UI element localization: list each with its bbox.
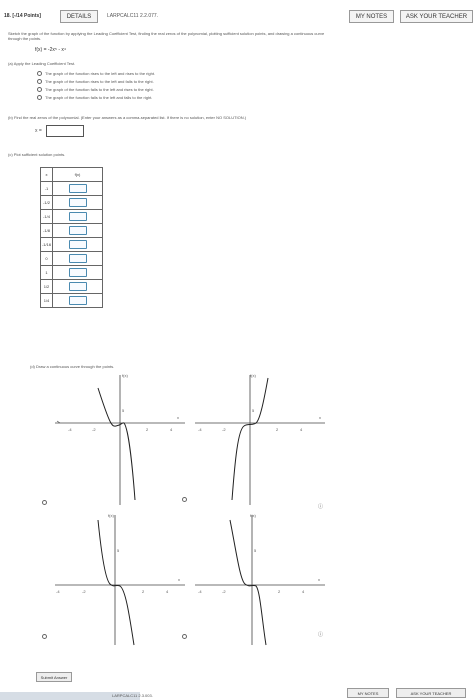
part-d-label: (d) Draw a continuous curve through the …	[30, 364, 115, 369]
fx-input[interactable]	[68, 198, 87, 207]
graph-3-xtick: 4	[166, 589, 169, 594]
graph-3-radio[interactable]	[42, 634, 47, 639]
graph-1-ylabel: f(x)	[122, 373, 128, 378]
graph-4-xtick: 2	[278, 589, 281, 594]
graph-1-xtick: 2	[146, 427, 149, 432]
graph-4-xlabel: x	[318, 577, 320, 582]
table-row	[52, 293, 103, 308]
option-rises-left-rises-right[interactable]: The graph of the function rises to the l…	[37, 71, 155, 77]
graph-option-2: f(x) 5 -4 -2 2 4 x	[190, 370, 330, 510]
info-icon[interactable]: ⓘ	[318, 633, 323, 638]
x-equals-label: x =	[35, 128, 42, 134]
zeros-input[interactable]	[46, 125, 84, 137]
table-x-value: -1/16	[40, 237, 53, 252]
fx-input[interactable]	[68, 254, 87, 263]
graph-2-xtick: -4	[198, 427, 202, 432]
radio-icon[interactable]	[37, 87, 42, 93]
graph-2-xlabel: x	[319, 415, 321, 420]
table-x-value: 1/4	[40, 293, 53, 308]
table-row	[52, 265, 103, 280]
fx-input[interactable]	[68, 226, 87, 235]
table-x-value: 0	[40, 251, 53, 266]
table-row	[52, 279, 103, 294]
fx-input[interactable]	[68, 184, 87, 193]
col-header-fx: f(x)	[52, 167, 103, 182]
function-formula: f(x) = -2x⁵ - x⁴	[35, 47, 67, 53]
table-row	[52, 237, 103, 252]
graph-option-4: f(x) 5 -4 -2 2 4 x	[190, 510, 330, 650]
table-x-value: 1/2	[40, 279, 53, 294]
table-row	[52, 223, 103, 238]
graph-1-xlabel: x	[177, 415, 179, 420]
graph-option-3: f(x) 5 -4 -2 2 4 x	[50, 510, 190, 650]
question-header: 18. [-/14 Points] DETAILS LARPCALC11 2.2…	[0, 10, 473, 24]
ask-teacher-button[interactable]: ASK YOUR TEACHER	[400, 10, 473, 23]
table-x-value: -1/2	[40, 195, 53, 210]
prompt-line-2: through the points.	[8, 36, 42, 41]
graph-2-xtick: -2	[222, 427, 226, 432]
table-x-value: -1/8	[40, 223, 53, 238]
graph-3-xtick: 2	[142, 589, 145, 594]
graph-4-xtick: -4	[198, 589, 202, 594]
graph-2-ytick: 5	[252, 408, 255, 413]
question-number: 18. [-/14 Points]	[4, 13, 41, 19]
part-b-label: (b) Find the real zeros of the polynomia…	[8, 115, 247, 120]
graph-4-ylabel: f(x)	[250, 513, 256, 518]
fx-input[interactable]	[68, 240, 87, 249]
radio-icon[interactable]	[37, 79, 42, 85]
graph-option-1: f(x) 5 -4 -2 2 4 x	[50, 370, 190, 510]
problem-id: LARPCALC11 2.2.077.	[107, 13, 159, 19]
fx-input[interactable]	[68, 268, 87, 277]
graph-3-xtick: -2	[82, 589, 86, 594]
table-row	[52, 195, 103, 210]
table-row	[52, 181, 103, 196]
table-x-value: -1	[40, 181, 53, 196]
graph-1-xtick: -4	[68, 427, 72, 432]
part-a-label: (a) Apply the Leading Coefficient Test.	[8, 61, 76, 66]
table-row	[52, 209, 103, 224]
graph-3-xtick: -4	[56, 589, 60, 594]
my-notes-button[interactable]: MY NOTES	[349, 10, 394, 23]
graph-3-xlabel: x	[178, 577, 180, 582]
option-falls-left-falls-right[interactable]: The graph of the function falls to the l…	[37, 95, 152, 101]
fx-input[interactable]	[68, 212, 87, 221]
graph-1-radio[interactable]	[42, 500, 47, 505]
fx-input[interactable]	[68, 282, 87, 291]
table-row	[52, 251, 103, 266]
graph-4-xtick: -2	[222, 589, 226, 594]
footer-my-notes-button[interactable]: MY NOTES	[347, 688, 389, 698]
graph-3-ylabel: f(x)	[108, 513, 114, 518]
graph-1-xtick: 4	[170, 427, 173, 432]
prompt-line-1: Sketch the graph of the function by appl…	[8, 31, 325, 36]
solution-points-table: x f(x) -1 -1/2 -1/4 -1/8 -1/16 0 1 1/2 1…	[40, 167, 103, 308]
next-problem-id: LARPCALC11 2.3.003.	[112, 693, 153, 698]
graph-2-ylabel: f(x)	[250, 373, 256, 378]
graph-1-ytick: 5	[122, 408, 125, 413]
option-falls-left-rises-right[interactable]: The graph of the function falls to the l…	[37, 87, 154, 93]
graph-4-xtick: 4	[302, 589, 305, 594]
graph-2-xtick: 2	[276, 427, 279, 432]
graph-3-ytick: 5	[117, 548, 120, 553]
radio-icon[interactable]	[37, 95, 42, 101]
submit-answer-button[interactable]: Submit Answer	[36, 672, 72, 682]
option-rises-left-falls-right[interactable]: The graph of the function rises to the l…	[37, 79, 154, 85]
details-button[interactable]: DETAILS	[60, 10, 98, 23]
graph-1-xtick: -2	[92, 427, 96, 432]
footer-ask-teacher-button[interactable]: ASK YOUR TEACHER	[396, 688, 466, 698]
part-c-label: (c) Plot sufficient solution points.	[8, 152, 66, 157]
fx-input[interactable]	[68, 296, 87, 305]
graph-2-xtick: 4	[300, 427, 303, 432]
radio-icon[interactable]	[37, 71, 42, 77]
table-x-value: -1/4	[40, 209, 53, 224]
col-header-x: x	[40, 167, 53, 182]
graph-4-radio[interactable]	[182, 634, 187, 639]
graph-4-ytick: 5	[254, 548, 257, 553]
table-x-value: 1	[40, 265, 53, 280]
graph-2-radio[interactable]	[182, 497, 187, 502]
